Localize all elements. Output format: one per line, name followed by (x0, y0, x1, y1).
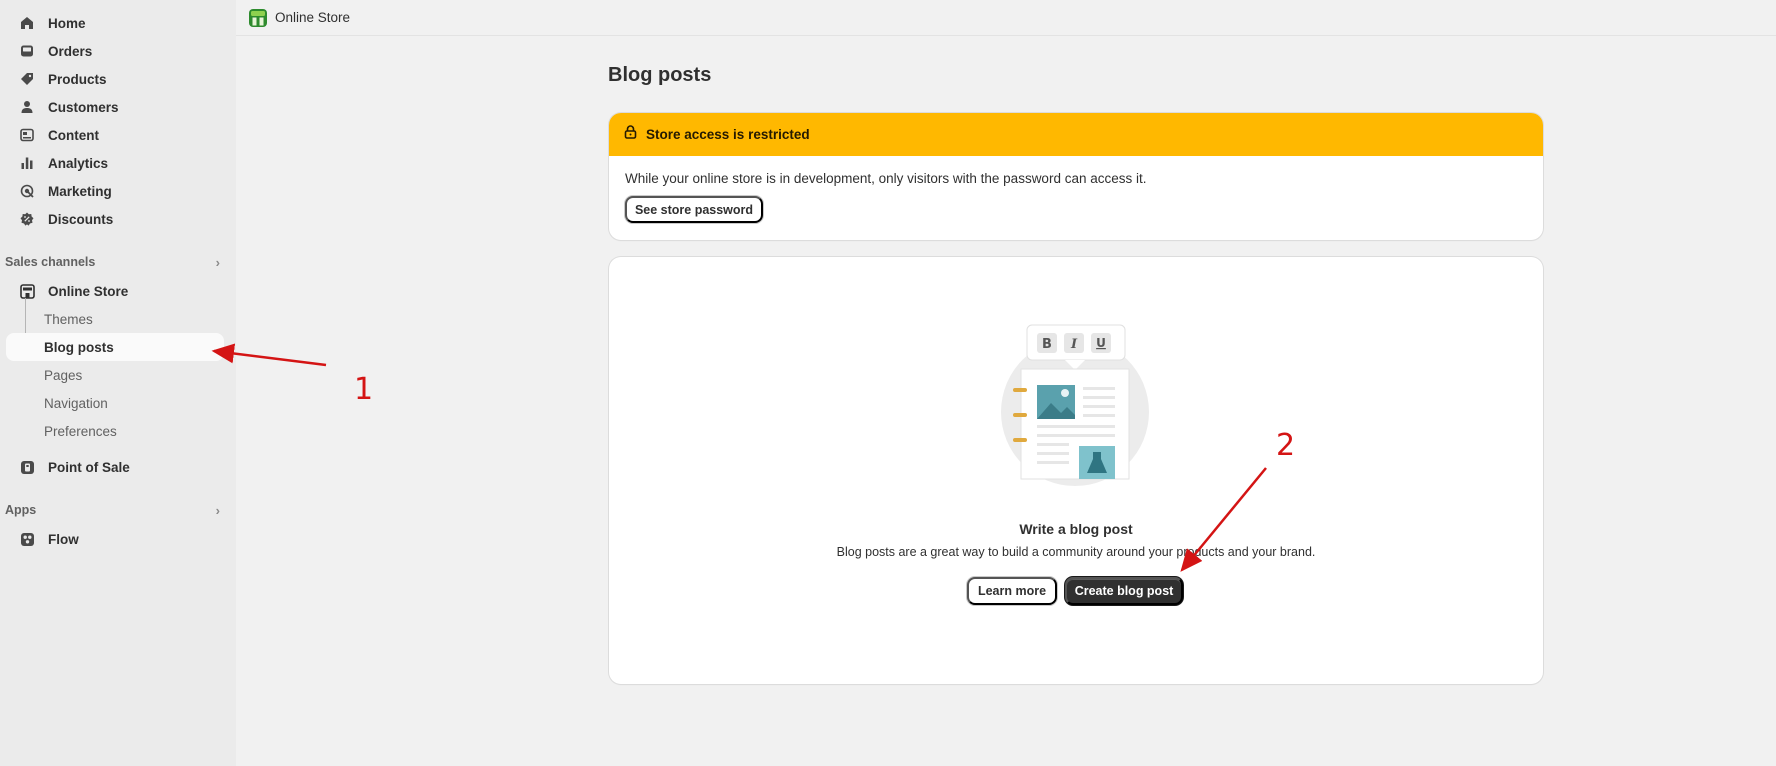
sidebar-item-label: Flow (48, 531, 79, 547)
create-blog-post-button[interactable]: Create blog post (1065, 577, 1183, 605)
format-bold-glyph: B (1042, 337, 1052, 352)
sidebar-item-label: Marketing (48, 183, 112, 199)
banner-header: Store access is restricted (609, 113, 1543, 156)
see-store-password-button[interactable]: See store password (625, 196, 763, 223)
home-icon (19, 15, 35, 31)
sidebar-subitem-themes[interactable]: Themes (6, 305, 224, 333)
sidebar-subitem-blog-posts[interactable]: Blog posts (6, 333, 224, 361)
annotation-number-1: 1 (354, 372, 374, 407)
sidebar-item-products[interactable]: Products (6, 65, 224, 93)
sidebar-item-label: Orders (48, 43, 93, 59)
blog-post-illustration: B I U (999, 321, 1159, 491)
sidebar-subitem-preferences[interactable]: Preferences (6, 417, 224, 445)
lock-icon (624, 125, 637, 144)
sidebar-item-marketing[interactable]: Marketing (6, 177, 224, 205)
sidebar-item-flow[interactable]: Flow (6, 525, 224, 553)
sidebar-item-label: Point of Sale (48, 459, 130, 475)
sidebar-item-point-of-sale[interactable]: Point of Sale (6, 453, 224, 481)
sidebar-item-online-store[interactable]: Online Store (6, 277, 224, 305)
sales-channels-label: Sales channels (5, 255, 96, 269)
sidebar-subitem-pages[interactable]: Pages (6, 361, 224, 389)
empty-state-card: B I U Write a blog post Blog posts are a… (609, 257, 1543, 684)
chevron-right-icon: › (215, 502, 220, 518)
sidebar-item-orders[interactable]: Orders (6, 37, 224, 65)
sidebar-item-label: Discounts (48, 211, 114, 227)
topbar-title: Online Store (275, 10, 351, 25)
annotation-number-2: 2 (1276, 428, 1296, 463)
online-store-logo-icon (249, 8, 267, 27)
person-icon (19, 99, 35, 115)
sidebar-item-label: Online Store (48, 283, 129, 299)
sidebar-subitem-label: Navigation (44, 395, 108, 411)
pos-icon (19, 459, 35, 475)
sidebar-item-label: Customers (48, 99, 119, 115)
banner-title: Store access is restricted (646, 127, 810, 142)
sidebar: Home Orders Products Customers Content A… (0, 0, 236, 766)
apps-label: Apps (5, 503, 37, 517)
sidebar-item-label: Content (48, 127, 99, 143)
sidebar-item-label: Products (48, 71, 107, 87)
bar-chart-icon (19, 155, 35, 171)
sidebar-item-discounts[interactable]: Discounts (6, 205, 224, 233)
banner-message: While your online store is in developmen… (625, 171, 1147, 186)
flow-icon (19, 531, 35, 547)
sales-channels-header[interactable]: Sales channels › (5, 252, 224, 272)
target-icon (19, 183, 35, 199)
discount-badge-icon (19, 211, 35, 227)
sidebar-subitem-label: Preferences (44, 423, 117, 439)
sidebar-item-label: Home (48, 15, 86, 31)
empty-state-subtitle: Blog posts are a great way to build a co… (836, 545, 1316, 559)
inbox-icon (19, 43, 35, 59)
sidebar-item-customers[interactable]: Customers (6, 93, 224, 121)
sidebar-item-analytics[interactable]: Analytics (6, 149, 224, 177)
tag-icon (19, 71, 35, 87)
empty-state-title: Write a blog post (1019, 521, 1133, 537)
page-title: Blog posts (608, 64, 712, 86)
sidebar-item-content[interactable]: Content (6, 121, 224, 149)
sidebar-item-label: Analytics (48, 155, 109, 171)
format-underline-glyph: U (1096, 336, 1106, 350)
top-bar: Online Store (236, 0, 1776, 36)
sidebar-subitem-label: Themes (44, 311, 93, 327)
image-text-icon (19, 127, 35, 143)
sidebar-subitem-label: Blog posts (44, 339, 114, 355)
sidebar-subitem-label: Pages (44, 367, 83, 383)
sidebar-subitem-navigation[interactable]: Navigation (6, 389, 224, 417)
sidebar-item-home[interactable]: Home (6, 9, 224, 37)
store-icon (19, 283, 35, 299)
apps-header[interactable]: Apps › (5, 500, 224, 520)
learn-more-button[interactable]: Learn more (967, 577, 1057, 605)
chevron-right-icon: › (215, 254, 220, 270)
format-italic-glyph: I (1070, 337, 1078, 352)
store-restricted-banner: Store access is restricted While your on… (609, 113, 1543, 240)
